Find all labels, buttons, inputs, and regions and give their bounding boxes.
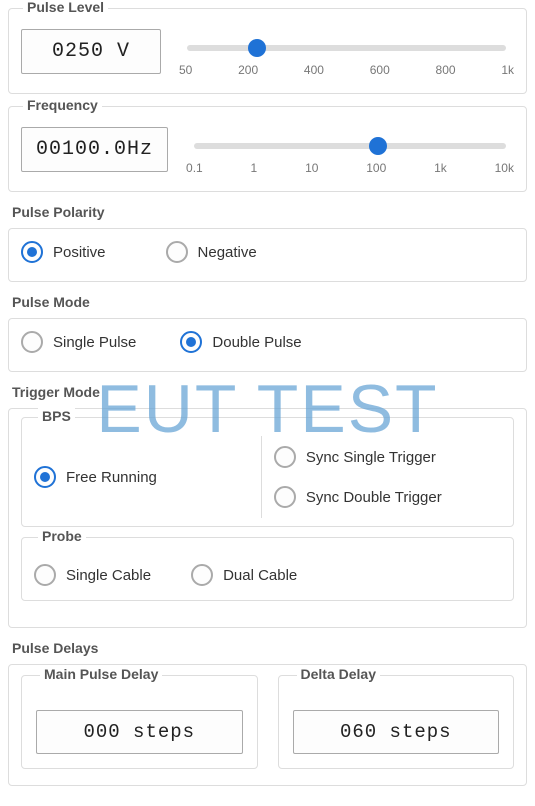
radio-label: Positive — [53, 244, 106, 261]
radio-icon — [166, 241, 188, 263]
frequency-ticks: 0.1 1 10 100 1k 10k — [186, 161, 514, 175]
radio-probe-single[interactable]: Single Cable — [34, 564, 151, 586]
radio-label: Sync Single Trigger — [306, 449, 436, 466]
trigger-mode-label: Trigger Mode — [12, 384, 527, 400]
main-pulse-delay-value[interactable]: 000 steps — [36, 710, 243, 754]
frequency-slider[interactable]: 0.1 1 10 100 1k 10k — [186, 127, 514, 175]
radio-bps-sync-double[interactable]: Sync Double Trigger — [274, 486, 501, 508]
frequency-label: Frequency — [23, 97, 102, 113]
delta-delay-value[interactable]: 060 steps — [293, 710, 500, 754]
radio-polarity-positive[interactable]: Positive — [21, 241, 106, 263]
radio-mode-double[interactable]: Double Pulse — [180, 331, 301, 353]
frequency-value[interactable]: 00100.0Hz — [21, 127, 168, 172]
pulse-level-value[interactable]: 0250 V — [21, 29, 161, 74]
pulse-mode-label: Pulse Mode — [12, 294, 527, 310]
probe-label: Probe — [38, 528, 86, 544]
pulse-level-label: Pulse Level — [23, 0, 108, 15]
delta-delay-group: Delta Delay 060 steps — [278, 675, 515, 769]
radio-label: Sync Double Trigger — [306, 489, 442, 506]
bps-group: BPS Free Running Sync Single Trigger Syn… — [21, 417, 514, 527]
radio-bps-sync-single[interactable]: Sync Single Trigger — [274, 446, 501, 468]
delta-delay-label: Delta Delay — [297, 666, 380, 682]
radio-bps-free[interactable]: Free Running — [34, 466, 157, 488]
pulse-level-group: Pulse Level 0250 V 50 200 400 600 800 1k — [8, 8, 527, 94]
radio-icon — [274, 486, 296, 508]
main-pulse-delay-label: Main Pulse Delay — [40, 666, 162, 682]
radio-label: Single Cable — [66, 567, 151, 584]
radio-icon — [274, 446, 296, 468]
frequency-thumb[interactable] — [369, 137, 387, 155]
radio-icon — [34, 466, 56, 488]
radio-label: Double Pulse — [212, 334, 301, 351]
radio-polarity-negative[interactable]: Negative — [166, 241, 257, 263]
pulse-delays-group: Main Pulse Delay 000 steps Delta Delay 0… — [8, 664, 527, 786]
pulse-delays-label: Pulse Delays — [12, 640, 527, 656]
pulse-level-thumb[interactable] — [248, 39, 266, 57]
radio-label: Free Running — [66, 469, 157, 486]
pulse-mode-group: Single Pulse Double Pulse — [8, 318, 527, 372]
radio-label: Dual Cable — [223, 567, 297, 584]
pulse-level-slider[interactable]: 50 200 400 600 800 1k — [179, 29, 514, 77]
radio-label: Single Pulse — [53, 334, 136, 351]
bps-label: BPS — [38, 408, 75, 424]
divider — [261, 436, 262, 518]
pulse-polarity-group: Positive Negative — [8, 228, 527, 282]
trigger-mode-group: BPS Free Running Sync Single Trigger Syn… — [8, 408, 527, 628]
radio-icon — [191, 564, 213, 586]
radio-icon — [21, 241, 43, 263]
pulse-level-ticks: 50 200 400 600 800 1k — [179, 63, 514, 77]
radio-icon — [180, 331, 202, 353]
radio-mode-single[interactable]: Single Pulse — [21, 331, 136, 353]
probe-group: Probe Single Cable Dual Cable — [21, 537, 514, 601]
radio-probe-dual[interactable]: Dual Cable — [191, 564, 297, 586]
radio-icon — [21, 331, 43, 353]
radio-icon — [34, 564, 56, 586]
frequency-group: Frequency 00100.0Hz 0.1 1 10 100 1k 10k — [8, 106, 527, 192]
pulse-polarity-label: Pulse Polarity — [12, 204, 527, 220]
main-pulse-delay-group: Main Pulse Delay 000 steps — [21, 675, 258, 769]
radio-label: Negative — [198, 244, 257, 261]
